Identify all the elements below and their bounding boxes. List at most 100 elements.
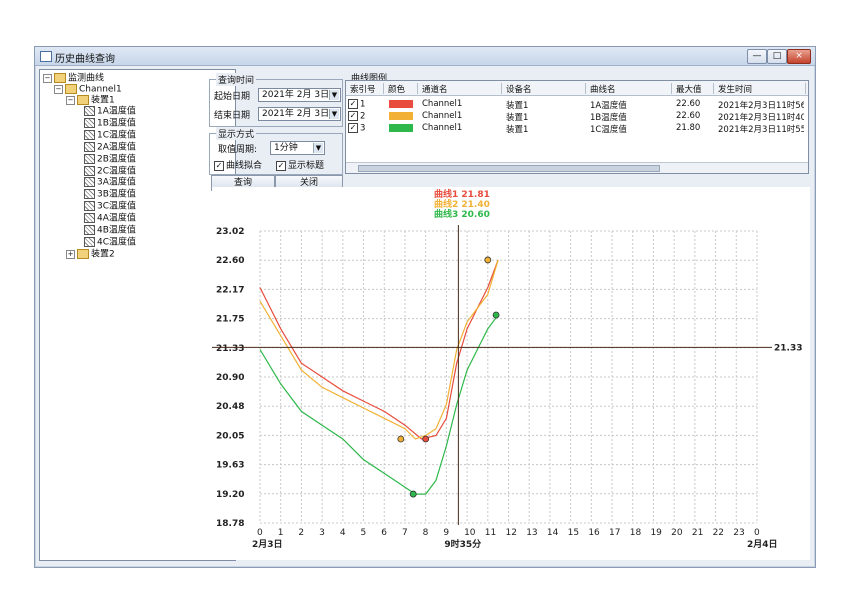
tree-sensor-item[interactable]: 2C温度值 (84, 165, 137, 178)
tree-device[interactable]: − 装置1 (66, 95, 115, 107)
smooth-checkbox[interactable]: ✓ 曲线拟合 (214, 158, 262, 171)
cell-channel: Channel1 (422, 99, 463, 109)
chevron-down-icon[interactable]: ▼ (313, 143, 323, 153)
table-header-cell[interactable]: 颜色 (386, 83, 418, 94)
tree-sensor-label: 1C温度值 (97, 130, 137, 141)
x-tick-label: 8 (423, 528, 429, 538)
tree-sensor-item[interactable]: 4B温度值 (84, 225, 136, 237)
cell-curve: 1A温度值 (590, 101, 627, 111)
start-date-picker[interactable]: 2021年 2月 3日 ▼ (258, 88, 341, 102)
legend-entry: 曲线3 20.60 (434, 208, 490, 220)
x-tick-label: 10 (464, 528, 476, 538)
end-date-label: 结束日期 (214, 111, 251, 121)
tree-device2[interactable]: + 装置2 (66, 249, 115, 261)
maximize-button[interactable]: □ (767, 49, 787, 64)
y-tick-label: 22.60 (216, 256, 244, 266)
collapse-icon[interactable]: − (66, 95, 75, 105)
cell-max: 22.60 (676, 111, 701, 121)
period-select[interactable]: 1分钟 ▼ (270, 141, 325, 155)
cell-device: 装置1 (506, 101, 529, 111)
x-tick-label: 19 (650, 528, 662, 538)
x-tick-label: 3 (319, 528, 325, 538)
tree-sensor-item[interactable]: 3C温度值 (84, 201, 136, 213)
sensor-icon (84, 141, 95, 152)
end-date-picker[interactable]: 2021年 2月 3日 ▼ (258, 107, 341, 121)
title-bar: 历史曲线查询 — □ × (35, 47, 815, 66)
table-header-cell[interactable]: 最大值 (674, 83, 714, 94)
table-row[interactable]: ✓ 2 Channel1 装置1 1B温度值 22.60 2021年2月3日11时40 (346, 111, 808, 123)
tree-sensor-label: 4C温度值 (97, 237, 137, 248)
series-line (259, 314, 499, 495)
tree-sensor-item[interactable]: 4C温度值 (84, 236, 137, 249)
checkbox-checked-icon[interactable]: ✓ (348, 99, 358, 109)
table-header-cell[interactable]: 曲线名 (588, 83, 672, 94)
folder-icon (65, 84, 77, 94)
cell-channel: Channel1 (422, 111, 463, 121)
close-window-button[interactable]: × (787, 49, 811, 64)
tree-sensor-item[interactable]: 2A温度值 (84, 141, 136, 154)
legend-table[interactable]: ✓ 1 Channel1 装置1 1A温度值 22.60 2021年2月3日11时56 ✓ 2 C… (345, 80, 809, 174)
period-label: 取值周期: (218, 145, 258, 155)
tree-sensor-label: 2C温度值 (97, 166, 137, 176)
collapse-icon[interactable]: − (54, 84, 63, 94)
table-header-cell[interactable]: 索引号 (348, 83, 384, 94)
cell-time: 2021年2月3日11时55 (718, 125, 804, 135)
chevron-down-icon[interactable]: ▼ (329, 90, 339, 100)
tree-device-label: 装置1 (91, 95, 115, 106)
row-index-cell[interactable]: ✓ 1 (348, 99, 365, 110)
device-tree[interactable]: − 监测曲线 − Channel1 − 装置1 1A温度值 1B温度值 1C温度值 2A温度… (39, 69, 236, 561)
cell-device: 装置1 (506, 125, 529, 135)
table-row[interactable]: ✓ 1 Channel1 装置1 1A温度值 22.60 2021年2月3日11时56 (346, 99, 808, 111)
tree-sensor-item[interactable]: 4A温度值 (84, 213, 136, 225)
x-tick-label: 13 (526, 528, 537, 538)
x-tick-label: 23 (733, 528, 744, 538)
tree-channel[interactable]: − Channel1 (54, 84, 122, 96)
tree-sensor-item[interactable]: 1C温度值 (84, 129, 137, 142)
y-tick-label: 20.48 (216, 402, 244, 412)
y-tick-label: 20.05 (216, 431, 244, 441)
tree-root[interactable]: − 监测曲线 (43, 73, 104, 85)
tree-sensor-item[interactable]: 2B温度值 (84, 153, 136, 166)
folder-icon (77, 249, 89, 259)
data-marker (422, 435, 430, 443)
x-tick-label: 18 (630, 528, 642, 538)
y-tick-label: 20.90 (216, 373, 244, 383)
chevron-down-icon[interactable]: ▼ (329, 109, 339, 119)
display-mode-group: 显示方式 取值周期: 1分钟 ▼ ✓ 曲线拟合 ✓ 显示标题 (209, 127, 343, 175)
sensor-icon (84, 165, 95, 176)
row-index-cell[interactable]: ✓ 3 (348, 123, 365, 134)
cursor-time-label: 9时35分 (444, 538, 481, 550)
x-tick-label: 0 (257, 528, 263, 538)
show-title-checkbox[interactable]: ✓ 显示标题 (276, 158, 324, 171)
horizontal-scrollbar[interactable] (346, 162, 808, 173)
tree-sensor-item[interactable]: 3A温度值 (84, 177, 136, 189)
sensor-icon (84, 177, 95, 188)
collapse-icon[interactable]: − (43, 73, 52, 83)
end-date-value: 2021年 2月 3日 (262, 109, 330, 119)
cell-max: 21.80 (676, 123, 701, 133)
x-start-label: 2月3日 (252, 539, 283, 550)
checkbox-checked-icon[interactable]: ✓ (348, 111, 358, 121)
checkbox-checked-icon[interactable]: ✓ (214, 160, 224, 171)
minimize-button[interactable]: — (747, 49, 767, 64)
expand-icon[interactable]: + (66, 249, 75, 259)
sensor-icon (84, 189, 95, 200)
data-marker (409, 490, 417, 498)
table-header-cell[interactable]: 设备名 (504, 83, 586, 94)
tree-sensor-label: 4A温度值 (97, 213, 136, 224)
table-header-cell[interactable]: 通道名 (420, 83, 502, 94)
chart-svg: 23.02 22.60 22.17 21.75 21.33 20.90 20.48 20.05… (212, 188, 802, 550)
table-header-cell[interactable]: 发生时间 (716, 83, 806, 94)
tree-sensor-item[interactable]: 1B温度值 (84, 117, 136, 130)
table-row[interactable]: ✓ 3 Channel1 装置1 1C温度值 21.80 2021年2月3日11时55 (346, 123, 808, 135)
tree-root-label: 监测曲线 (68, 73, 105, 84)
scrollbar-thumb[interactable] (358, 165, 660, 172)
tree-sensor-item[interactable]: 3B温度值 (84, 189, 136, 201)
checkbox-checked-icon[interactable]: ✓ (348, 123, 358, 133)
checkbox-checked-icon[interactable]: ✓ (276, 160, 286, 171)
row-index: 3 (360, 123, 366, 134)
tree-sensor-item[interactable]: 1A温度值 (84, 106, 136, 118)
show-title-label: 显示标题 (288, 161, 325, 171)
row-index-cell[interactable]: ✓ 2 (348, 111, 365, 122)
cell-time: 2021年2月3日11时56 (718, 101, 804, 111)
